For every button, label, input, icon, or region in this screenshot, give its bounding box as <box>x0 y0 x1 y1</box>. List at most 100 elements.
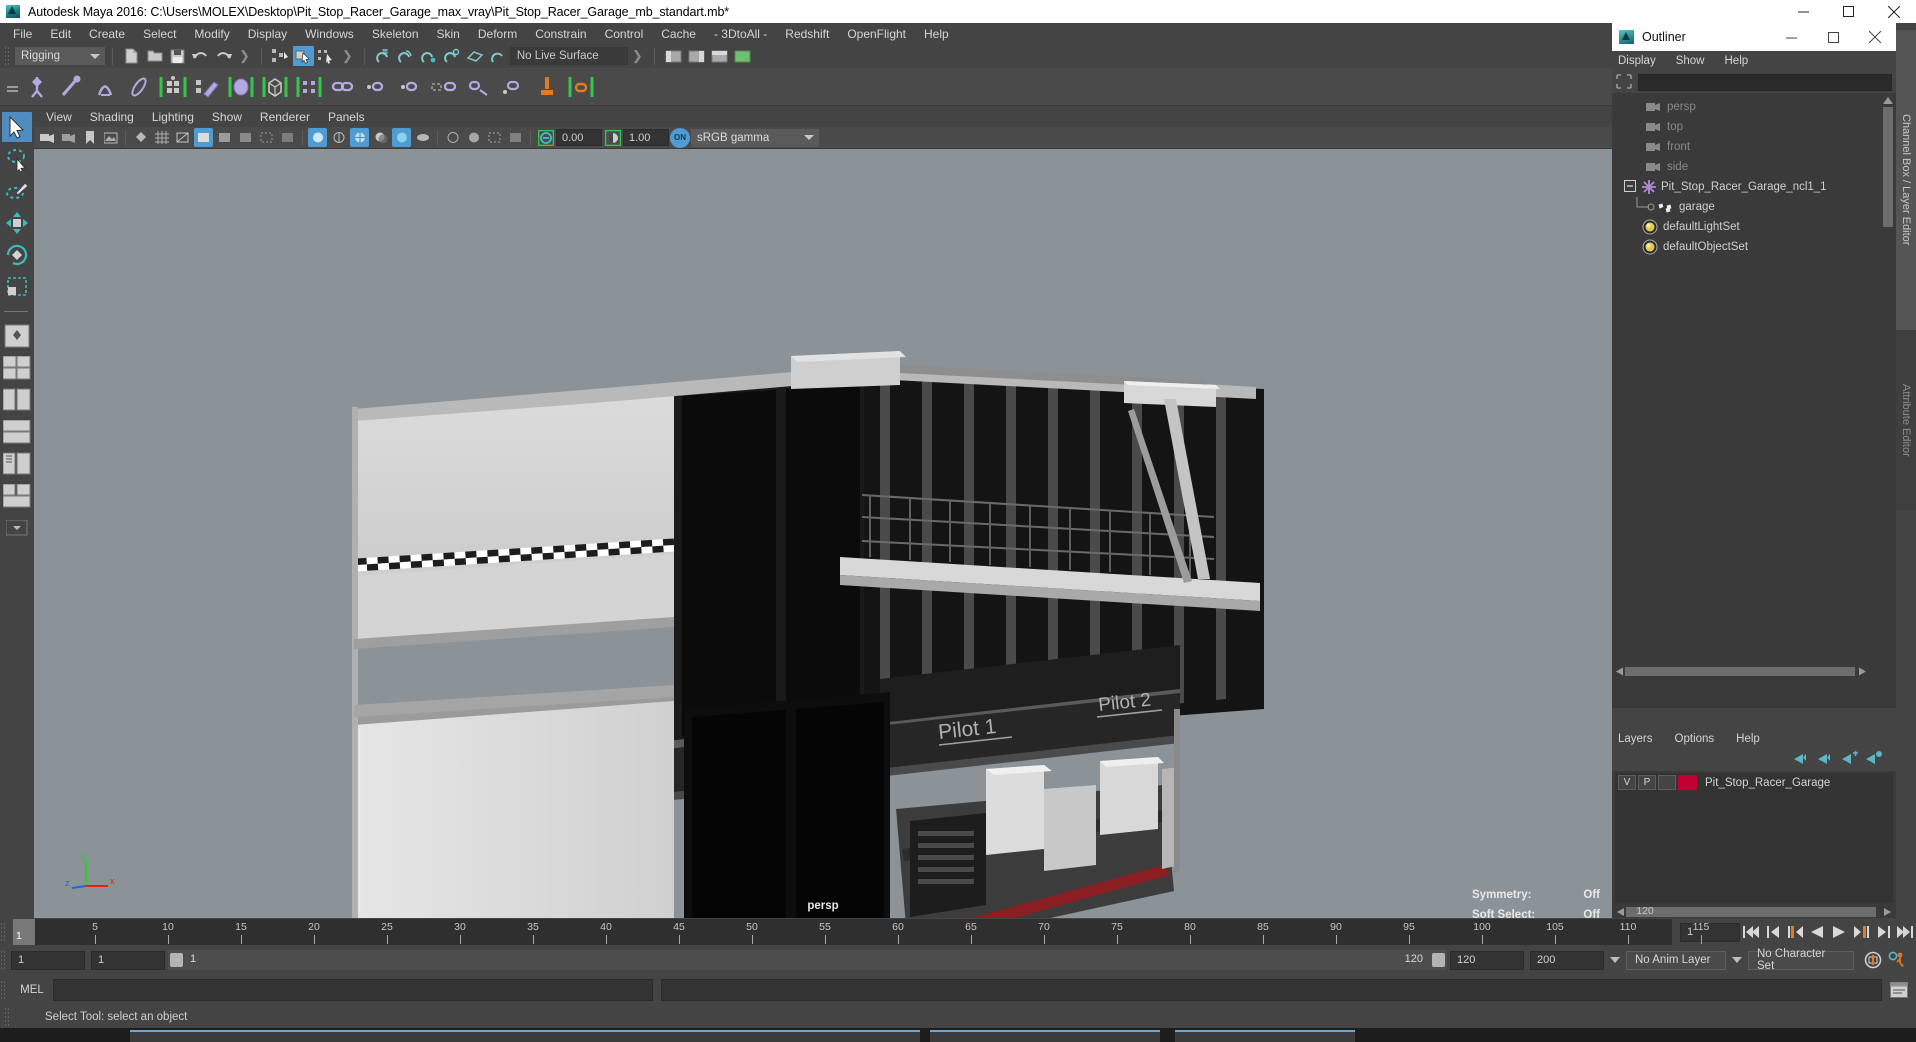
menu-help[interactable]: Help <box>915 25 958 43</box>
color-management-icon[interactable]: ON <box>670 127 690 148</box>
menu-windows[interactable]: Windows <box>296 25 363 43</box>
snap-to-curve-icon[interactable] <box>396 46 417 66</box>
animation-preferences-icon[interactable] <box>1886 949 1908 971</box>
show-hide-editors-icon[interactable] <box>663 46 684 66</box>
menu-set-selector[interactable]: Rigging <box>15 47 105 65</box>
tab-channel-box-layer-editor[interactable]: Channel Box / Layer Editor <box>1896 30 1916 330</box>
constraint-scale-icon[interactable] <box>430 72 460 102</box>
animation-start-field[interactable]: 1 <box>11 950 85 970</box>
new-layer-icon[interactable] <box>1840 750 1864 771</box>
bookmarks-icon[interactable] <box>80 128 99 147</box>
menu-openflight[interactable]: OpenFlight <box>838 25 915 43</box>
taskbar-item[interactable] <box>930 1030 1160 1042</box>
select-by-component-icon[interactable] <box>316 46 337 66</box>
command-language-label[interactable]: MEL <box>11 984 53 996</box>
help-line-grip[interactable] <box>4 1007 11 1027</box>
close-icon[interactable] <box>1854 23 1896 51</box>
hypershade-persp-layout[interactable] <box>2 449 32 479</box>
ik-handle-tool-icon[interactable] <box>56 72 86 102</box>
paint-skin-weights-icon[interactable] <box>192 72 222 102</box>
viewport-menu-renderer[interactable]: Renderer <box>251 108 319 126</box>
show-hide-channel-box-icon[interactable] <box>732 46 753 66</box>
four-view-layout[interactable] <box>2 353 32 383</box>
use-default-lighting-icon[interactable] <box>329 128 348 147</box>
time-slider-track[interactable]: 1 5 10 15 20 25 30 35 40 45 50 55 60 65 … <box>13 905 1709 945</box>
chevron-down-icon[interactable] <box>1610 957 1620 963</box>
step-forward-frame-icon[interactable] <box>1872 921 1894 943</box>
collapse-arrow-icon[interactable]: ❯ <box>632 48 643 64</box>
layer-menu-options[interactable]: Options <box>1675 733 1715 745</box>
create-deformer-icon[interactable] <box>226 72 256 102</box>
range-start-field[interactable]: 1 <box>91 950 165 970</box>
show-hide-attribute-editor-icon[interactable] <box>686 46 707 66</box>
range-bar[interactable]: 1 120 <box>168 950 1447 970</box>
play-backwards-icon[interactable] <box>1806 921 1828 943</box>
depth-of-field-icon[interactable] <box>464 128 483 147</box>
character-set-field[interactable]: No Character Set <box>1748 948 1854 972</box>
paint-select-tool[interactable] <box>2 176 32 206</box>
smooth-shade-selected-icon[interactable] <box>215 128 234 147</box>
script-editor-icon[interactable] <box>1888 979 1910 1001</box>
layer-menu-help[interactable]: Help <box>1736 733 1760 745</box>
outliner-item-ncloth[interactable]: Pit_Stop_Racer_Garage_ncl1_1 <box>1612 177 1896 197</box>
motion-blur-icon[interactable] <box>413 128 432 147</box>
two-sided-lighting-icon[interactable] <box>131 128 150 147</box>
outliner-vertical-scrollbar[interactable] <box>1882 95 1894 655</box>
multisample-aa-icon[interactable] <box>443 128 462 147</box>
anim-layer-field[interactable]: No Anim Layer <box>1626 950 1726 970</box>
constraint-pole-icon[interactable] <box>498 72 528 102</box>
constraint-point-icon[interactable] <box>362 72 392 102</box>
show-hide-tool-settings-icon[interactable] <box>709 46 730 66</box>
isolate-select-icon[interactable] <box>485 128 504 147</box>
undo-icon[interactable] <box>190 46 211 66</box>
constraint-parent-icon[interactable] <box>328 72 358 102</box>
status-line-grip[interactable] <box>4 46 11 66</box>
outliner-item-garage[interactable]: garage <box>1612 196 1896 217</box>
select-camera-icon[interactable] <box>38 128 57 147</box>
character-set-icon[interactable] <box>532 72 562 102</box>
snap-to-projected-center-icon[interactable] <box>442 46 463 66</box>
shading-mode-extra-icon[interactable] <box>278 128 297 147</box>
maximize-icon[interactable] <box>1826 0 1871 23</box>
menu-select[interactable]: Select <box>134 25 185 43</box>
make-live-icon[interactable] <box>488 46 509 66</box>
viewport-menu-lighting[interactable]: Lighting <box>143 108 203 126</box>
ambient-occlusion-icon[interactable] <box>392 128 411 147</box>
scale-tool[interactable] <box>2 272 32 302</box>
animation-end-field[interactable]: 200 <box>1530 950 1604 970</box>
outliner-horizontal-scrollbar[interactable] <box>1614 664 1880 677</box>
outliner-tree[interactable]: persp top front side Pit_Stop_Racer_Gara… <box>1612 93 1896 677</box>
taskbar-item[interactable] <box>130 1030 920 1042</box>
menu-create[interactable]: Create <box>80 25 134 43</box>
select-by-hierarchy-icon[interactable] <box>270 46 291 66</box>
menu-cache[interactable]: Cache <box>652 25 705 43</box>
joint-tool-icon[interactable] <box>22 72 52 102</box>
menu-redshift[interactable]: Redshift <box>776 25 838 43</box>
minimize-icon[interactable] <box>1781 0 1826 23</box>
filter-icon[interactable] <box>1616 74 1634 90</box>
tab-attribute-editor[interactable]: Attribute Editor <box>1896 330 1916 510</box>
step-back-frame-icon[interactable] <box>1762 921 1784 943</box>
outliner-item-side[interactable]: side <box>1612 157 1896 177</box>
auto-keyframe-icon[interactable] <box>1862 949 1884 971</box>
textured-icon[interactable] <box>308 128 327 147</box>
current-time-indicator[interactable]: 1 <box>13 919 35 945</box>
close-icon[interactable] <box>1871 0 1916 23</box>
smooth-shade-all-icon[interactable] <box>194 128 213 147</box>
redo-icon[interactable] <box>213 46 234 66</box>
camera-attributes-icon[interactable] <box>59 128 78 147</box>
quick-rig-icon[interactable] <box>566 72 596 102</box>
outliner-item-front[interactable]: front <box>1612 137 1896 157</box>
taskbar-item[interactable] <box>1175 1030 1355 1042</box>
bind-skin-icon[interactable] <box>158 72 188 102</box>
current-frame-field[interactable]: 1 <box>1680 922 1740 942</box>
outliner-menu-display[interactable]: Display <box>1618 55 1656 67</box>
xray-icon[interactable] <box>506 128 525 147</box>
layer-visibility-toggle[interactable]: V <box>1618 775 1636 790</box>
layer-row[interactable]: V P Pit_Stop_Racer_Garage <box>1615 773 1893 792</box>
open-scene-icon[interactable] <box>144 46 165 66</box>
go-to-start-icon[interactable] <box>1740 921 1762 943</box>
time-slider-grip[interactable] <box>0 922 7 942</box>
menu-skin[interactable]: Skin <box>428 25 469 43</box>
snap-to-grid-icon[interactable] <box>373 46 394 66</box>
